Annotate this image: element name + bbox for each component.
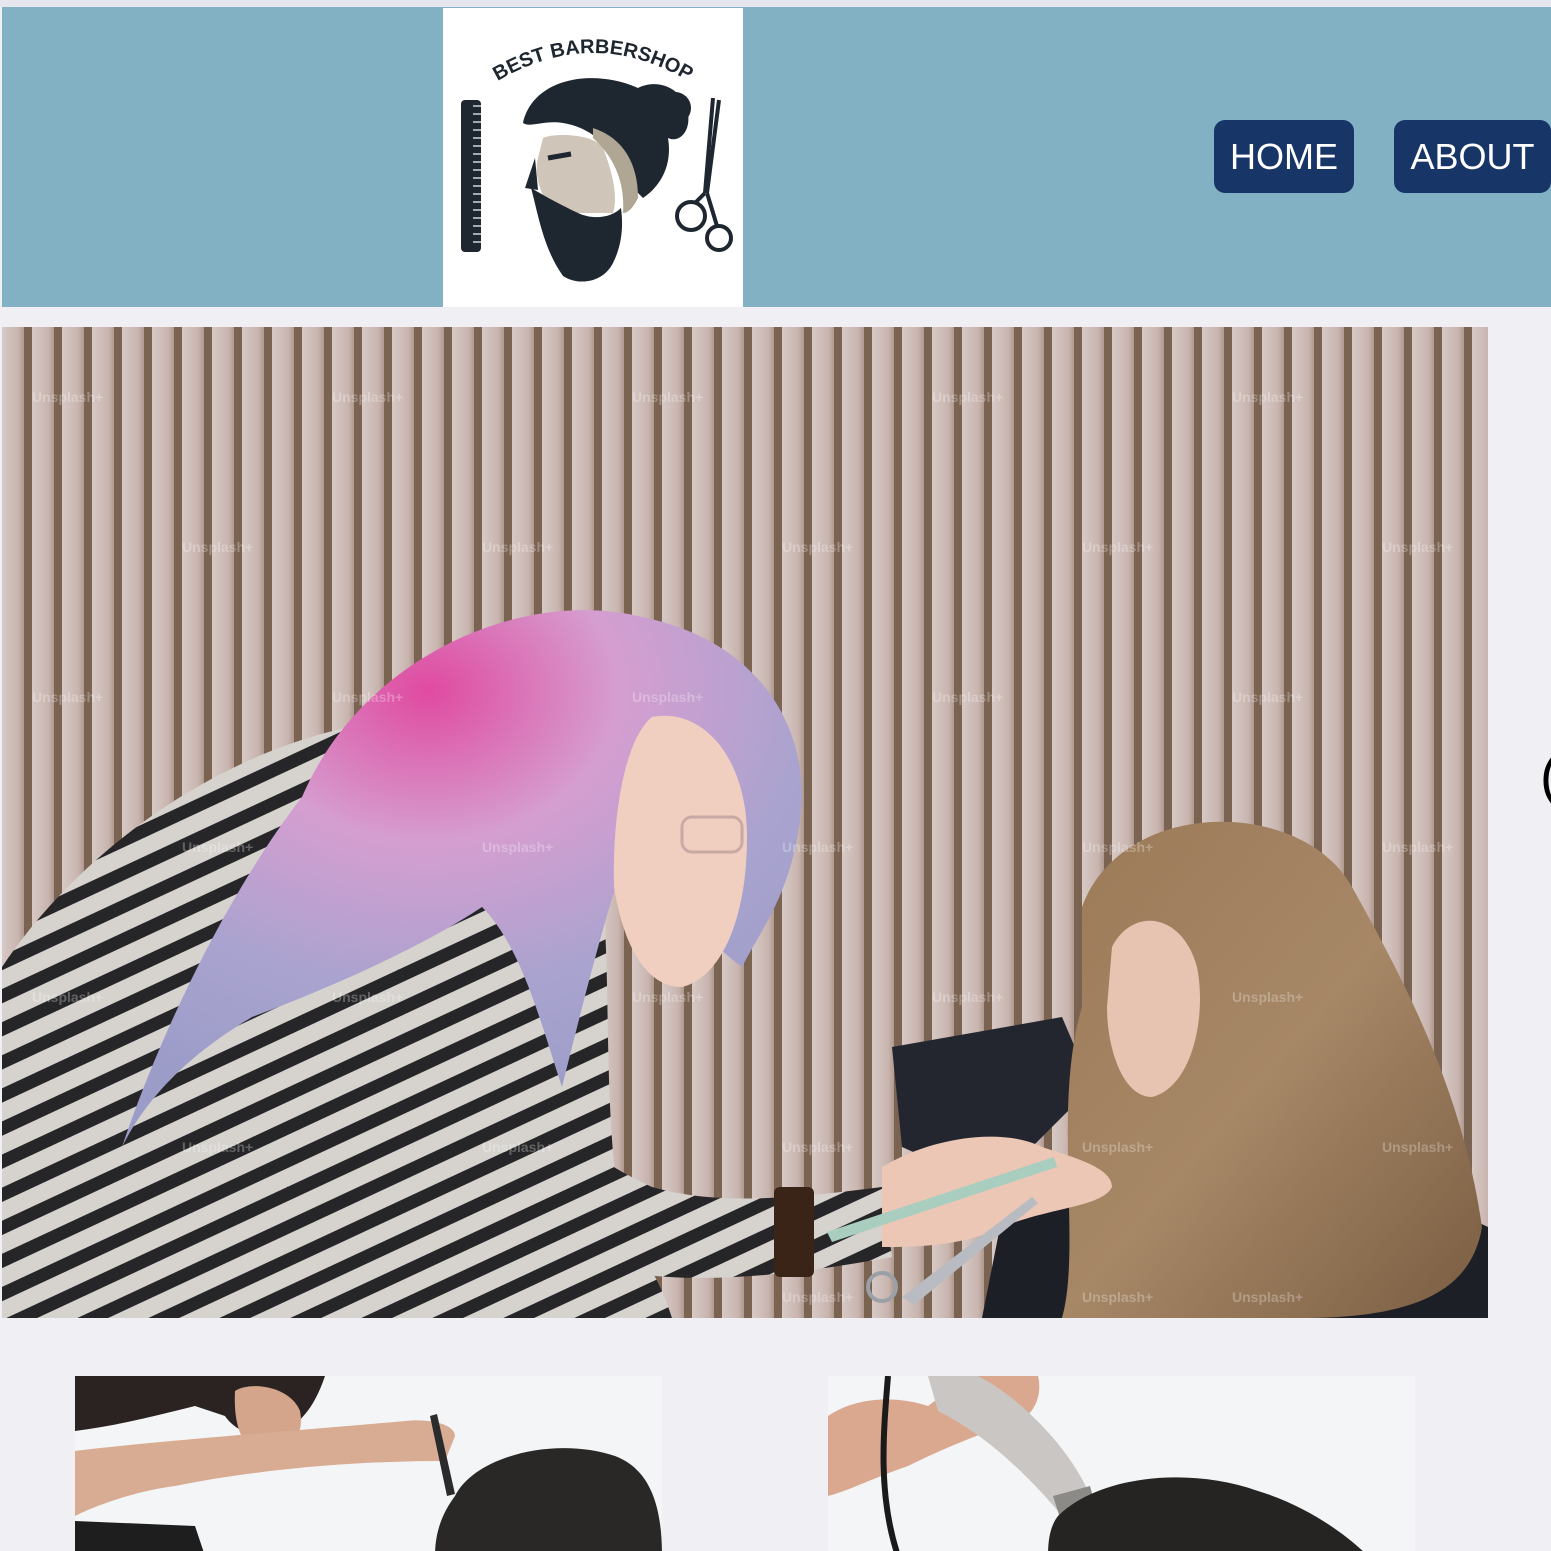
watermark-text: Unsplash+ — [32, 689, 103, 705]
watermark-text: Unsplash+ — [482, 539, 553, 555]
page: BEST BARBERSHOP HOME ABOUT Unsplash+ Uns… — [0, 0, 1551, 1551]
nav-about-button[interactable]: ABOUT — [1394, 120, 1551, 193]
watermark-text: Unsplash+ — [932, 389, 1003, 405]
gallery-image-left — [75, 1376, 662, 1551]
watermark-text: Unsplash+ — [782, 539, 853, 555]
watermark-text: Unsplash+ — [1382, 539, 1453, 555]
site-header: BEST BARBERSHOP HOME ABOUT — [2, 7, 1551, 307]
watermark-text: Unsplash+ — [632, 989, 703, 1005]
watermark-text: Unsplash+ — [932, 689, 1003, 705]
gallery-image-right — [828, 1376, 1415, 1551]
watermark-text: Unsplash+ — [182, 839, 253, 855]
watermark-text: Unsplash+ — [1082, 1139, 1153, 1155]
watermark-text: Unsplash+ — [782, 1139, 853, 1155]
watermark-text: Unsplash+ — [32, 389, 103, 405]
watermark-text: Unsplash+ — [1232, 389, 1303, 405]
watermark-text: Unsplash+ — [632, 389, 703, 405]
haircut-clipper-photo — [828, 1376, 1415, 1551]
watermark-text: Unsplash+ — [632, 689, 703, 705]
hair-stylist-photo: Unsplash+ Unsplash+ Unsplash+ Unsplash+ … — [2, 327, 1488, 1318]
watermark-text: Unsplash+ — [1232, 1289, 1303, 1305]
browser-top-strip — [0, 0, 1551, 7]
logo[interactable]: BEST BARBERSHOP — [443, 8, 743, 307]
nav-home-button[interactable]: HOME — [1214, 120, 1354, 193]
watermark-text: Unsplash+ — [782, 839, 853, 855]
clipped-edge-glyph: ( — [1540, 748, 1551, 804]
svg-text:BEST BARBERSHOP: BEST BARBERSHOP — [489, 36, 696, 86]
barber-logo-icon: BEST BARBERSHOP — [461, 36, 733, 282]
watermark-text: Unsplash+ — [1082, 839, 1153, 855]
watermark-text: Unsplash+ — [182, 1139, 253, 1155]
watermark-text: Unsplash+ — [1232, 989, 1303, 1005]
haircut-scissors-photo — [75, 1376, 662, 1551]
hero-image: Unsplash+ Unsplash+ Unsplash+ Unsplash+ … — [2, 327, 1488, 1318]
watermark-text: Unsplash+ — [182, 539, 253, 555]
watermark-text: Unsplash+ — [332, 689, 403, 705]
watermark-text: Unsplash+ — [932, 989, 1003, 1005]
logo-text: BEST BARBERSHOP — [489, 36, 696, 86]
watermark-text: Unsplash+ — [1382, 839, 1453, 855]
watermark-text: Unsplash+ — [332, 389, 403, 405]
watermark-text: Unsplash+ — [1082, 539, 1153, 555]
watermark-text: Unsplash+ — [1382, 1139, 1453, 1155]
watermark-text: Unsplash+ — [1232, 689, 1303, 705]
watermark-text: Unsplash+ — [482, 839, 553, 855]
watermark-text: Unsplash+ — [32, 989, 103, 1005]
watermark-text: Unsplash+ — [482, 1139, 553, 1155]
watermark-text: Unsplash+ — [332, 989, 403, 1005]
watermark-text: Unsplash+ — [782, 1289, 853, 1305]
watermark-text: Unsplash+ — [1082, 1289, 1153, 1305]
